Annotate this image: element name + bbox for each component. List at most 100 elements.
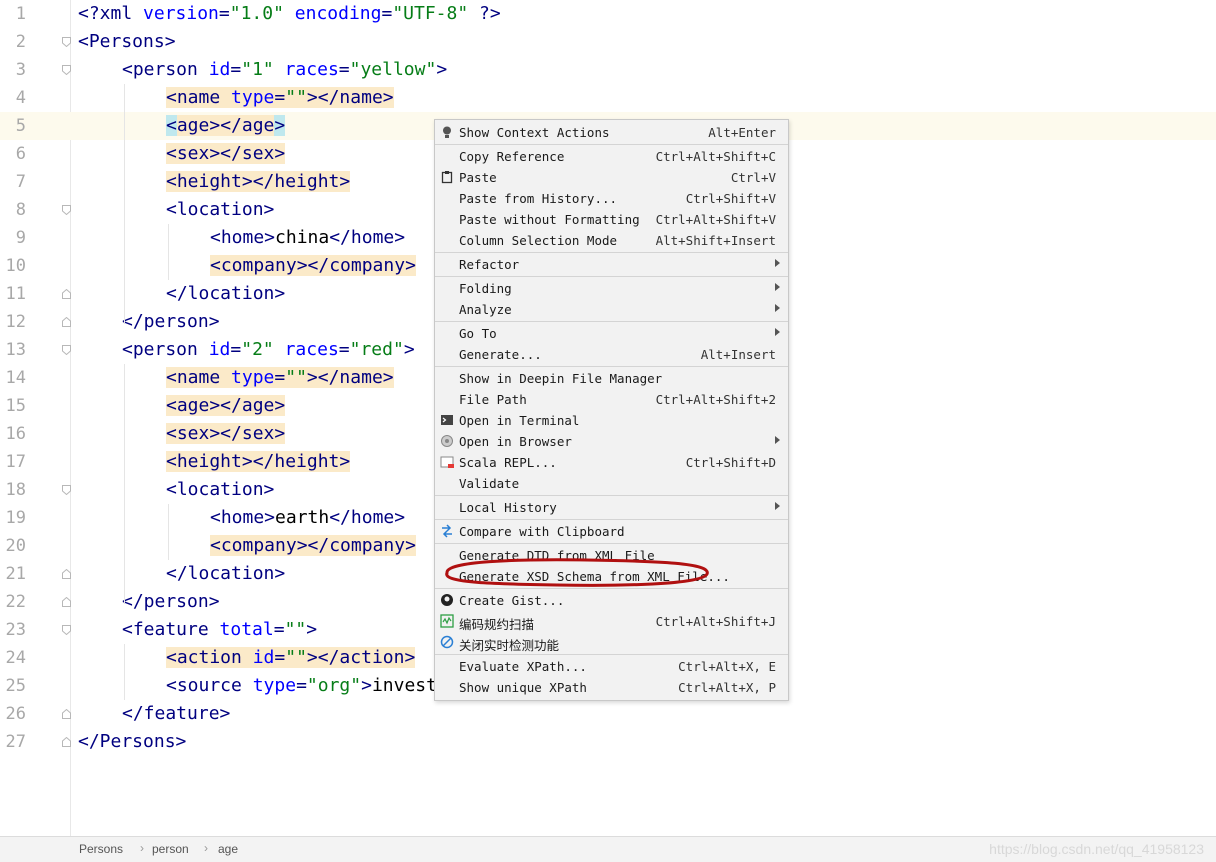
code-token: = [230, 339, 242, 360]
line-number: 12 [5, 312, 26, 332]
menu-item-go-to[interactable]: Go To [435, 323, 788, 344]
fold-end-icon[interactable] [62, 569, 71, 579]
menu-item-label: Paste from History... [459, 191, 618, 206]
menu-item-open-in-terminal[interactable]: Open in Terminal [435, 410, 788, 431]
menu-item-validate[interactable]: Validate [435, 473, 788, 494]
code-token: races [284, 59, 339, 80]
breadcrumb-persons[interactable]: Persons [79, 842, 123, 856]
menu-item-show-in-deepin-file-manager[interactable]: Show in Deepin File Manager [435, 368, 788, 389]
menu-item-label: Compare with Clipboard [459, 524, 625, 539]
menu-item-column-selection-mode[interactable]: Column Selection Mode Alt+Shift+Insert [435, 230, 788, 251]
menu-item-compare-with-clipboard[interactable]: Compare with Clipboard [435, 521, 788, 542]
code-line[interactable]: 2 <Persons> [0, 28, 1216, 56]
menu-item-label: Local History [459, 500, 557, 515]
menu-item[interactable]: 编码规约扫描 Ctrl+Alt+Shift+J [435, 611, 788, 632]
breadcrumb-age[interactable]: age [218, 842, 238, 856]
menu-item-folding[interactable]: Folding [435, 278, 788, 299]
fold-collapse-icon[interactable] [62, 485, 71, 495]
code-text: </Persons> [78, 728, 186, 756]
watermark: https://blog.csdn.net/qq_41958123 [989, 841, 1204, 857]
fold-collapse-icon[interactable] [62, 205, 71, 215]
code-token: total [219, 619, 274, 640]
menu-item-label: Evaluate XPath... [459, 659, 587, 674]
line-number: 11 [5, 284, 26, 304]
menu-item-show-unique-xpath[interactable]: Show unique XPath Ctrl+Alt+X, P [435, 677, 788, 698]
code-token: = [274, 647, 286, 668]
fold-collapse-icon[interactable] [62, 345, 71, 355]
code-text: <company></company> [210, 532, 416, 560]
submenu-arrow-icon [775, 328, 780, 336]
fold-end-icon[interactable] [62, 317, 71, 327]
line-number: 21 [5, 564, 26, 584]
fold-end-icon[interactable] [62, 597, 71, 607]
code-line[interactable]: 27 </Persons> [0, 728, 1216, 756]
code-token: ?> [468, 3, 501, 24]
menu-item-label: Folding [459, 281, 512, 296]
menu-item-local-history[interactable]: Local History [435, 497, 788, 518]
indent-guide [168, 504, 169, 560]
code-token: type [231, 367, 275, 388]
code-text: <sex></sex> [166, 420, 286, 448]
line-number: 26 [5, 704, 26, 724]
code-token: <location> [166, 479, 275, 500]
code-line[interactable]: 3 <person id="1" races="yellow"> [0, 56, 1216, 84]
menu-separator [435, 588, 788, 589]
code-token: id [208, 59, 231, 80]
line-number: 9 [15, 228, 26, 248]
menu-item-label: Scala REPL... [459, 455, 557, 470]
code-token: "1" [241, 59, 274, 80]
menu-item-shortcut: Ctrl+Alt+X, E [678, 659, 776, 674]
code-line[interactable]: 1 <?xml version="1.0" encoding="UTF-8" ?> [0, 0, 1216, 28]
menu-item-paste-from-history[interactable]: Paste from History... Ctrl+Shift+V [435, 188, 788, 209]
menu-separator [435, 495, 788, 496]
submenu-arrow-icon [775, 436, 780, 444]
fold-collapse-icon[interactable] [62, 37, 71, 47]
menu-item-paste-without-formatting[interactable]: Paste without Formatting Ctrl+Alt+Shift+V [435, 209, 788, 230]
code-token: "UTF-8" [392, 3, 469, 24]
code-token: type [231, 87, 275, 108]
code-line[interactable]: 26 </feature> [0, 700, 1216, 728]
code-text: <person id="1" races="yellow"> [122, 56, 447, 84]
menu-item-paste[interactable]: Paste Ctrl+V [435, 167, 788, 188]
menu-item-label: Column Selection Mode [459, 233, 618, 248]
line-number: 8 [15, 200, 26, 220]
menu-item-label: Validate [459, 476, 520, 491]
menu-item-copy-reference[interactable]: Copy Reference Ctrl+Alt+Shift+C [435, 146, 788, 167]
menu-item-open-in-browser[interactable]: Open in Browser [435, 431, 788, 452]
menu-item-show-context-actions[interactable]: Show Context Actions Alt+Enter [435, 122, 788, 143]
menu-item-generate[interactable]: Generate... Alt+Insert [435, 344, 788, 365]
menu-item-evaluate-xpath[interactable]: Evaluate XPath... Ctrl+Alt+X, E [435, 656, 788, 677]
menu-item-file-path[interactable]: File Path Ctrl+Alt+Shift+2 [435, 389, 788, 410]
code-text: <age></age> [166, 392, 286, 420]
fold-end-icon[interactable] [62, 709, 71, 719]
menu-item-refactor[interactable]: Refactor [435, 254, 788, 275]
annotation-circle [445, 558, 709, 587]
code-token: "red" [349, 339, 404, 360]
code-token: "2" [241, 339, 274, 360]
fold-end-icon[interactable] [62, 737, 71, 747]
code-token: = [274, 367, 286, 388]
code-line[interactable]: 4 <name type=""></name> [0, 84, 1216, 112]
fold-end-icon[interactable] [62, 289, 71, 299]
menu-item-label: Open in Terminal [459, 413, 580, 428]
code-token: </location> [166, 563, 286, 584]
menu-item-analyze[interactable]: Analyze [435, 299, 788, 320]
menu-item-scala-repl[interactable]: Scala REPL... Ctrl+Shift+D [435, 452, 788, 473]
code-token: <height></height> [166, 171, 351, 192]
fold-collapse-icon[interactable] [62, 65, 71, 75]
line-number: 25 [5, 676, 26, 696]
breadcrumb-person[interactable]: person [152, 842, 189, 856]
menu-item-create-gist[interactable]: Create Gist... [435, 590, 788, 611]
menu-item-label: Create Gist... [459, 593, 565, 608]
fold-collapse-icon[interactable] [62, 625, 71, 635]
menu-separator [435, 144, 788, 145]
breadcrumb-separator: › [140, 841, 144, 855]
code-text: <home>earth</home> [210, 504, 405, 532]
code-token: <Persons> [78, 31, 176, 52]
line-number: 24 [5, 648, 26, 668]
menu-separator [435, 321, 788, 322]
code-token: > [403, 339, 415, 360]
menu-item[interactable]: 关闭实时检测功能 [435, 632, 788, 653]
menu-item-label: Paste without Formatting [459, 212, 640, 227]
